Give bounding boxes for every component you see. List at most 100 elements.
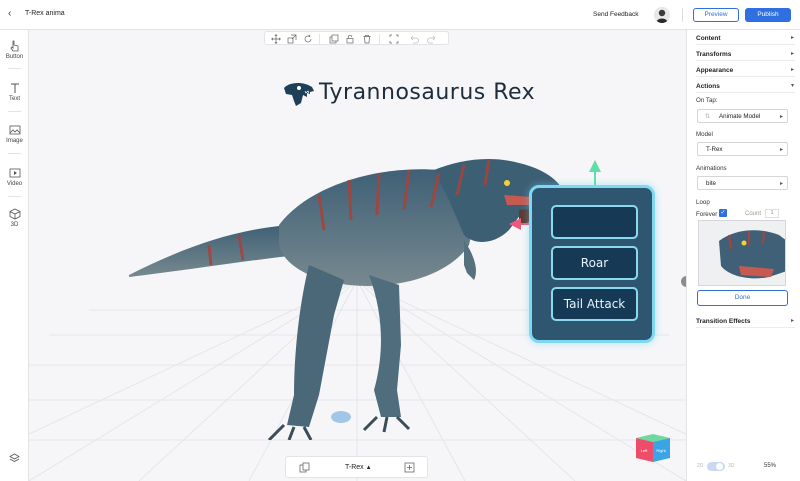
duplicate-icon[interactable]: [329, 34, 339, 44]
scene-canvas[interactable]: Tyrannosaurus Rex Roar Tail Attack T-Rex…: [29, 30, 686, 481]
on-tap-label: On Tap:: [696, 97, 718, 104]
preview-button[interactable]: Preview: [693, 8, 739, 22]
redo-icon[interactable]: [427, 34, 437, 44]
trash-icon[interactable]: [362, 34, 372, 44]
toggle-knob: [716, 463, 723, 470]
zoom-level[interactable]: 55%: [764, 463, 776, 469]
back-arrow-icon[interactable]: ‹: [8, 8, 11, 19]
section-actions-title: Actions: [696, 83, 720, 90]
model-bar: T-Rex ▲: [285, 456, 428, 478]
tool-video[interactable]: Video: [0, 167, 29, 187]
pointer-icon: [9, 40, 18, 52]
lock-icon[interactable]: [345, 34, 355, 44]
copy-icon[interactable]: [299, 462, 310, 473]
move-icon[interactable]: [271, 34, 281, 44]
publish-button[interactable]: Publish: [745, 8, 791, 22]
panel-button-roar[interactable]: Roar: [551, 246, 638, 280]
panel-button-tail-attack[interactable]: Tail Attack: [551, 287, 638, 321]
toggle-2d-label: 2D: [697, 463, 704, 469]
avatar-icon: [654, 7, 670, 23]
toolbar-divider: [319, 34, 320, 44]
undo-icon[interactable]: [409, 34, 419, 44]
forever-checkbox[interactable]: ✓: [719, 209, 727, 217]
user-avatar[interactable]: [654, 7, 670, 23]
loop-label: Loop: [696, 199, 710, 206]
fit-icon[interactable]: [389, 34, 399, 44]
scale-icon[interactable]: [287, 34, 297, 44]
forever-label: Forever: [696, 211, 718, 218]
tool-divider: [8, 153, 21, 154]
chevron-down-icon: ▾: [790, 83, 794, 89]
section-appearance-title: Appearance: [696, 67, 734, 74]
chevron-right-icon: ▸: [790, 67, 794, 73]
app-header: ‹ T-Rex anima Send Feedback Preview Publ…: [0, 0, 800, 30]
section-transforms-title: Transforms: [696, 51, 732, 58]
animations-label: Animations: [696, 165, 727, 172]
dimension-toggle[interactable]: [707, 462, 725, 471]
add-scene-icon[interactable]: [404, 462, 415, 473]
chevron-right-icon: ▸: [790, 35, 794, 41]
section-content-title: Content: [696, 35, 721, 42]
chevron-right-icon: ▸: [790, 51, 794, 57]
tool-image-label: Image: [6, 138, 23, 144]
scene-title-text[interactable]: Tyrannosaurus Rex: [319, 80, 535, 105]
tool-text[interactable]: Text: [0, 82, 29, 102]
on-tap-select[interactable]: ⇅ Animate Model ▸: [697, 109, 788, 123]
animate-icon: ⇅: [705, 114, 711, 120]
on-tap-value: Animate Model: [719, 113, 761, 120]
animations-select[interactable]: bite ▸: [697, 176, 788, 190]
transform-toolbar: [264, 31, 449, 45]
send-feedback-link[interactable]: Send Feedback: [593, 11, 639, 18]
tool-divider: [8, 68, 21, 69]
panel-button-bite[interactable]: [551, 205, 638, 239]
model-selector[interactable]: T-Rex ▲: [345, 464, 372, 471]
model-label: Model: [696, 131, 713, 138]
model-select[interactable]: T-Rex ▸: [697, 142, 788, 156]
header-divider: [682, 8, 683, 22]
done-button[interactable]: Done: [697, 290, 788, 306]
text-icon: [10, 83, 19, 93]
chevron-right-icon: ▸: [779, 147, 783, 153]
tool-image[interactable]: Image: [0, 124, 29, 144]
rotate-icon[interactable]: [303, 34, 313, 44]
chevron-right-icon: ▸: [790, 318, 794, 324]
view-cube-right-label: Right: [656, 448, 666, 453]
section-transition-title: Transition Effects: [696, 318, 751, 325]
chevron-up-icon: ▲: [365, 465, 372, 471]
video-icon: [9, 168, 20, 178]
image-icon: [9, 125, 20, 135]
section-actions[interactable]: Actions ▾: [696, 79, 795, 93]
left-toolbar: Button Text Image Video 3D: [0, 30, 29, 481]
toolbar-divider: [379, 34, 380, 44]
count-label: Count: [745, 211, 762, 217]
tool-video-label: Video: [6, 181, 23, 187]
model-selector-label: T-Rex: [345, 464, 364, 471]
section-transition-effects[interactable]: Transition Effects ▸: [696, 314, 795, 328]
tool-divider: [8, 111, 21, 112]
tool-3d[interactable]: 3D: [0, 208, 29, 228]
cube-icon: [9, 208, 20, 220]
view-cube[interactable]: Left Right: [634, 432, 672, 464]
tool-text-label: Text: [8, 96, 20, 102]
tool-3d-label: 3D: [10, 222, 19, 228]
trex-head-preview: [699, 221, 785, 285]
tool-divider: [8, 196, 21, 197]
section-transforms[interactable]: Transforms ▸: [696, 47, 795, 61]
count-input[interactable]: 1: [765, 209, 779, 218]
project-title[interactable]: T-Rex anima: [25, 10, 65, 17]
section-appearance[interactable]: Appearance ▸: [696, 63, 795, 77]
properties-panel: Content ▸ Transforms ▸ Appearance ▸ Acti…: [686, 30, 800, 481]
animation-preview-thumbnail: [698, 220, 786, 286]
layers-icon[interactable]: [9, 453, 20, 464]
tool-button-label: Button: [5, 54, 24, 60]
trex-skull-logo: [284, 82, 314, 106]
tool-button[interactable]: Button: [0, 40, 29, 60]
model-value: T-Rex: [706, 146, 723, 153]
chevron-right-icon: ▸: [779, 114, 783, 120]
chevron-right-icon: ▸: [779, 181, 783, 187]
section-content[interactable]: Content ▸: [696, 31, 795, 45]
animations-value: bite: [706, 180, 716, 187]
view-cube-left-label: Left: [641, 448, 649, 453]
toggle-3d-label: 3D: [728, 463, 735, 469]
action-button-panel[interactable]: Roar Tail Attack: [529, 185, 655, 343]
